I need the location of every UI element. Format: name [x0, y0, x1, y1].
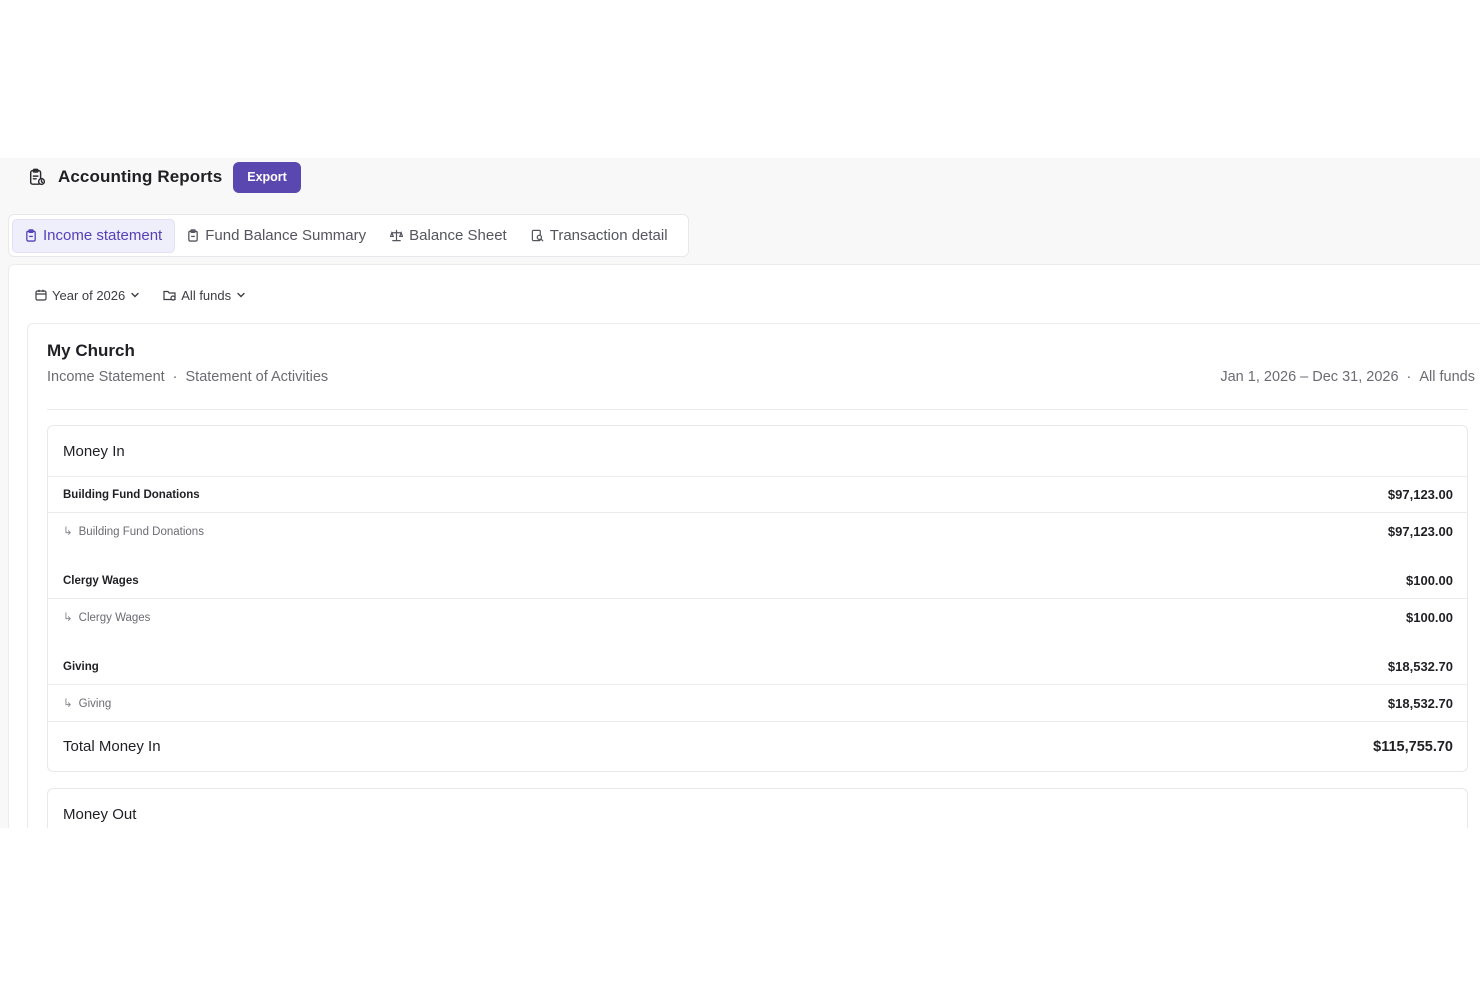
subitem-arrow-icon: ↳	[63, 526, 73, 538]
separator: ·	[1406, 369, 1412, 385]
account-amount: $18,532.70	[1387, 659, 1453, 674]
tab-balance-sheet[interactable]: Balance Sheet	[378, 219, 519, 253]
account-name: Giving	[63, 660, 99, 673]
period-filter[interactable]: Year of 2026	[35, 288, 141, 303]
page-header: Accounting Reports Export	[28, 161, 301, 193]
section-title: Money Out	[63, 805, 137, 823]
funds-filter[interactable]: All funds	[163, 288, 247, 303]
divider	[47, 409, 1468, 410]
section-title: Money In	[48, 426, 1467, 477]
sub-account-name: Building Fund Donations	[78, 526, 204, 538]
filter-bar: Year of 2026 All funds	[35, 283, 269, 307]
tab-transaction-detail[interactable]: Transaction detail	[519, 219, 680, 253]
tab-label: Income statement	[43, 227, 163, 244]
sub-account-row[interactable]: ↳ Giving $18,532.70	[48, 685, 1467, 721]
funds-filter-label: All funds	[181, 287, 232, 303]
chevron-down-icon	[129, 289, 141, 301]
total-row: Total Money In $115,755.70	[48, 721, 1467, 771]
money-in-section: Money In Building Fund Donations $97,123…	[47, 425, 1468, 772]
sub-account-row[interactable]: ↳ Building Fund Donations $97,123.00	[48, 513, 1467, 549]
funds-scope: All funds	[1419, 369, 1475, 385]
period-filter-label: Year of 2026	[52, 287, 126, 303]
calendar-icon	[35, 289, 47, 301]
tab-label: Transaction detail	[549, 227, 668, 244]
search-document-icon	[531, 229, 544, 242]
subitem-arrow-icon: ↳	[63, 612, 73, 624]
report-type: Income Statement	[47, 369, 165, 385]
subitem-arrow-icon: ↳	[63, 698, 73, 710]
sub-account-amount: $100.00	[1406, 609, 1453, 625]
chevron-down-icon	[235, 289, 247, 301]
report-subtitle: Income Statement · Statement of Activiti…	[47, 369, 328, 385]
account-name: Building Fund Donations	[63, 488, 200, 501]
total-amount: $115,755.70	[1373, 738, 1453, 755]
income-statement-report: My Church Income Statement · Statement o…	[27, 323, 1480, 828]
tab-fund-balance-summary[interactable]: Fund Balance Summary	[175, 219, 378, 253]
clipboard-icon	[25, 229, 37, 242]
account-amount: $100.00	[1406, 573, 1453, 588]
sub-account-amount: $18,532.70	[1387, 695, 1453, 711]
clipboard-icon	[187, 229, 199, 242]
report-tabs: Income statement Fund Balance Summary Ba…	[8, 214, 689, 257]
date-range: Jan 1, 2026 – Dec 31, 2026	[1220, 369, 1399, 385]
sub-account-amount: $97,123.00	[1387, 523, 1453, 539]
account-row[interactable]: Building Fund Donations $97,123.00	[48, 477, 1467, 513]
report-alt-name: Statement of Activities	[185, 369, 329, 385]
sub-account-name: Giving	[78, 698, 112, 710]
sub-account-row[interactable]: ↳ Clergy Wages $100.00	[48, 599, 1467, 635]
folder-icon	[163, 289, 176, 301]
organization-name: My Church	[47, 341, 135, 360]
sub-account-name: Clergy Wages	[78, 612, 151, 624]
report-panel: Year of 2026 All funds My Church Income …	[8, 264, 1480, 828]
tab-label: Balance Sheet	[409, 227, 507, 244]
export-button[interactable]: Export	[233, 161, 301, 193]
report-meta: Jan 1, 2026 – Dec 31, 2026 · All funds	[1220, 369, 1475, 385]
scale-icon	[390, 229, 404, 242]
tab-income-statement[interactable]: Income statement	[12, 218, 176, 253]
money-out-section: Money Out	[47, 788, 1468, 828]
report-icon	[28, 167, 48, 187]
app-viewport: Accounting Reports Export Income stateme…	[0, 158, 1480, 828]
account-name: Clergy Wages	[63, 574, 139, 587]
account-row[interactable]: Clergy Wages $100.00	[48, 563, 1467, 599]
account-amount: $97,123.00	[1387, 487, 1453, 502]
tab-label: Fund Balance Summary	[205, 227, 367, 244]
total-label: Total Money In	[63, 738, 161, 755]
separator: ·	[172, 369, 178, 385]
account-row[interactable]: Giving $18,532.70	[48, 649, 1467, 685]
page-title: Accounting Reports	[58, 167, 223, 186]
